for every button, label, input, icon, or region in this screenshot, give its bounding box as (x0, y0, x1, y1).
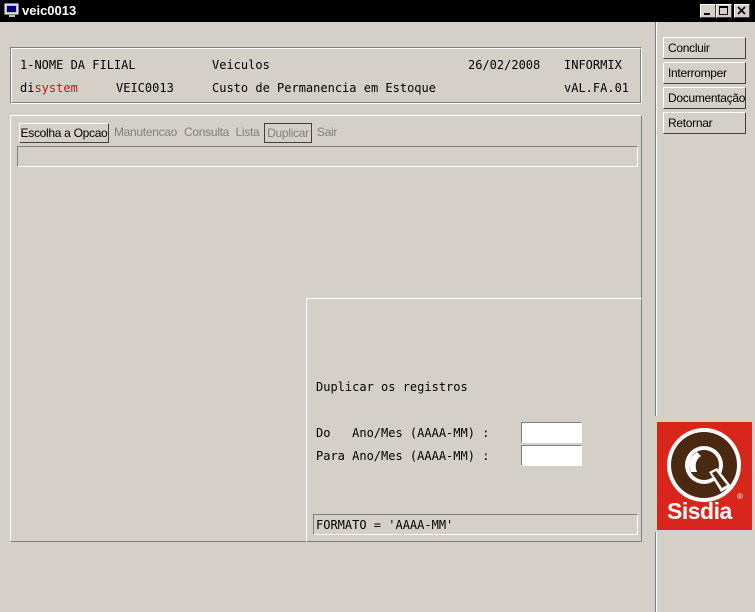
sisdia-logo: Sisdia ® (657, 422, 752, 530)
program-version: vAL.FA.01 (564, 81, 630, 95)
maximize-button[interactable] (716, 4, 732, 18)
format-hint: FORMATO = 'AAAA-MM' (316, 518, 454, 532)
program-description: Custo de Permanencia em Estoque (212, 81, 436, 95)
title-bar[interactable]: veic0013 (0, 0, 755, 22)
manutencao-button[interactable]: Manutencao (111, 123, 180, 143)
close-button[interactable] (734, 4, 750, 18)
minimize-icon (704, 13, 710, 15)
module-name: Veiculos (212, 58, 270, 72)
concluir-button[interactable]: Concluir (663, 37, 746, 59)
maximize-icon (719, 6, 728, 15)
window-title: veic0013 (22, 3, 77, 18)
do-ano-mes-label: Do Ano/Mes (AAAA-MM) : (316, 426, 490, 440)
minimize-button[interactable] (700, 4, 716, 18)
lista-button[interactable]: Lista (233, 123, 262, 143)
duplicar-button[interactable]: Duplicar (264, 123, 312, 143)
side-separator-bottom-highlight (656, 532, 657, 612)
escolha-opcao-button[interactable]: Escolha a Opcao (19, 123, 109, 143)
para-ano-mes-input[interactable] (521, 445, 582, 466)
consulta-button[interactable]: Consulta (182, 123, 231, 143)
logo-prefix: di (20, 81, 35, 95)
do-ano-mes-input[interactable] (521, 422, 582, 443)
database-name: INFORMIX (564, 58, 622, 72)
para-ano-mes-label: Para Ano/Mes (AAAA-MM) : (316, 449, 490, 463)
form-title: Duplicar os registros (316, 380, 468, 394)
sisdia-logo-text: Sisdia (667, 498, 732, 524)
format-hint-bar: FORMATO = 'AAAA-MM' (313, 514, 638, 535)
filial-name: 1-NOME DA FILIAL (20, 58, 136, 72)
program-code: VEIC0013 (116, 81, 174, 95)
retornar-button[interactable]: Retornar (663, 112, 746, 134)
message-bar (17, 146, 638, 167)
dia-system-logo: disystem (20, 81, 78, 95)
header-panel (10, 47, 642, 104)
sair-button[interactable]: Sair (314, 123, 340, 143)
app-window-icon (4, 3, 20, 19)
duplicate-form-panel (306, 298, 642, 542)
header-date: 26/02/2008 (468, 58, 541, 72)
side-separator-highlight (656, 22, 657, 416)
documentacao-button[interactable]: Documentação (663, 87, 746, 109)
close-icon (737, 6, 746, 15)
registered-mark: ® (737, 492, 743, 501)
interromper-button[interactable]: Interromper (663, 62, 746, 84)
logo-brand: system (34, 81, 78, 95)
